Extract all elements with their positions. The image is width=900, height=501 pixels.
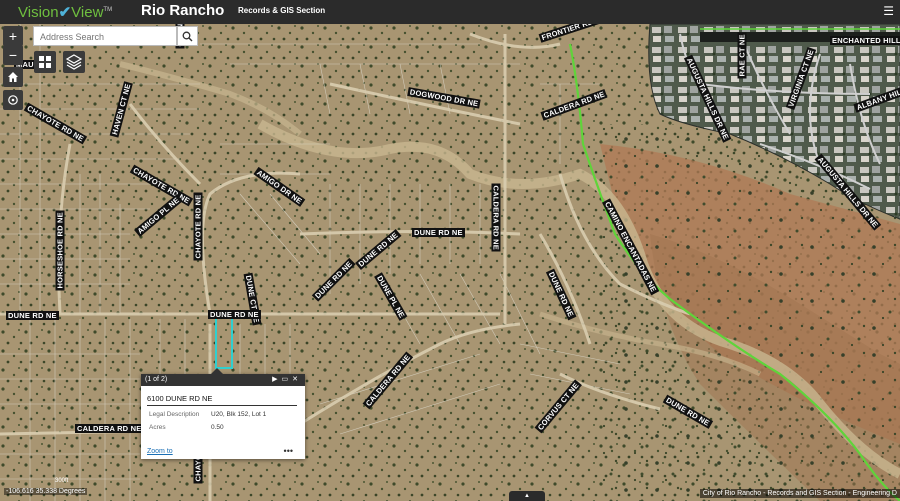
road-label: RAE CT NE (737, 32, 747, 79)
search-icon[interactable] (177, 26, 198, 46)
road-label: DUNE RD NE (412, 228, 465, 237)
hamburger-icon[interactable]: ☰ (883, 4, 894, 18)
expand-panel-button[interactable]: ▲ (509, 491, 545, 501)
popup-title: 6100 DUNE RD NE (147, 394, 213, 403)
layers-icon[interactable] (63, 51, 85, 73)
section-title: Records & GIS Section (238, 6, 326, 15)
city-title: Rio Rancho (141, 2, 225, 19)
logo-v-mark: ✔ (58, 4, 72, 21)
map-view[interactable]: FRONTIER RD NE ENCHANTED HILLS DOGWOOD D… (0, 24, 900, 501)
scale-bar: 300ft (55, 478, 69, 484)
road-label: HORSESHOE RD NE (55, 210, 65, 291)
zoom-out-button[interactable]: − (3, 45, 23, 65)
more-actions-button[interactable]: ••• (284, 446, 293, 456)
dock-icon[interactable]: ▭ (282, 376, 293, 383)
locate-icon[interactable] (3, 90, 23, 110)
logo-view-text: View (71, 4, 104, 21)
popup-header: (1 of 2) ▶▭✕ (141, 374, 305, 386)
field-value: U20, Blk 152, Lot 1 (211, 411, 267, 418)
attribution: City of Rio Rancho - Records and GIS Sec… (699, 489, 900, 498)
road-label: CALDERA RD NE (491, 183, 501, 252)
logo-vision-text: Vision (18, 4, 59, 21)
next-feature-icon[interactable]: ▶ (272, 376, 281, 383)
zoom-in-button[interactable]: + (3, 26, 23, 46)
close-icon[interactable]: ✕ (292, 376, 302, 383)
road-label: DUNE RD NE (208, 310, 261, 319)
road-label: DUNE RD NE (6, 311, 59, 320)
home-icon[interactable] (3, 67, 23, 87)
visionview-logo[interactable]: Vision✔ViewTM (18, 3, 112, 21)
popup-count: (1 of 2) (145, 376, 168, 383)
field-label: Legal Description (149, 411, 200, 418)
app-header: Vision✔ViewTM Rio Rancho Records & GIS S… (0, 0, 900, 24)
coordinates-readout: -106.616 35.338 Degrees (4, 488, 88, 495)
logo-tm: TM (103, 7, 113, 13)
zoom-to-link[interactable]: Zoom to (147, 448, 173, 455)
address-search (33, 26, 184, 46)
basemap-grid-icon[interactable] (34, 51, 56, 73)
field-value: 0.50 (211, 424, 224, 431)
address-search-input[interactable] (34, 28, 184, 46)
parcel-popup: (1 of 2) ▶▭✕ 6100 DUNE RD NE Legal Descr… (141, 368, 305, 459)
field-label: Acres (149, 424, 166, 431)
popup-actions: ▶▭✕ (272, 375, 302, 383)
road-label: CHAYOTE RD NE (193, 192, 203, 261)
road-label: CALDERA RD NE (75, 424, 144, 433)
road-label: ENCHANTED HILLS (830, 36, 900, 45)
popup-divider (147, 405, 297, 406)
